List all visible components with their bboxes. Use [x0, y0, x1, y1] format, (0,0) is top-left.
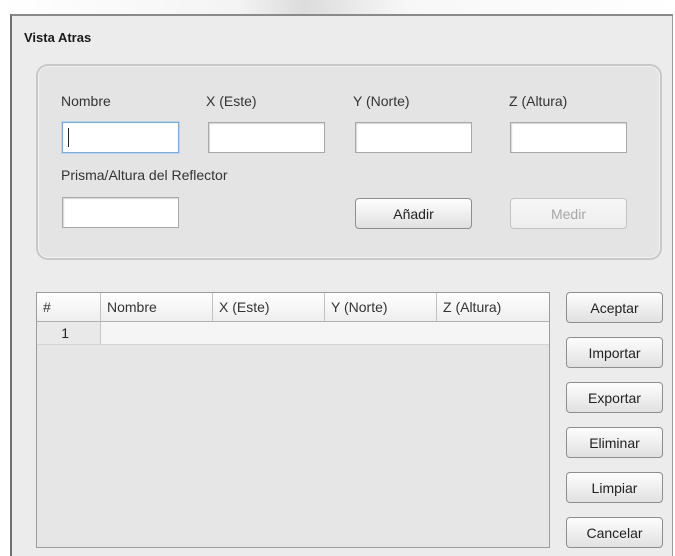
- x-este-label: X (Este): [206, 93, 257, 109]
- y-norte-input[interactable]: [355, 122, 472, 153]
- row-y-cell[interactable]: [325, 322, 437, 344]
- row-nombre-cell[interactable]: [101, 322, 213, 344]
- medir-button[interactable]: Medir: [510, 198, 627, 229]
- z-altura-label: Z (Altura): [509, 93, 568, 109]
- column-header-nombre[interactable]: Nombre: [101, 293, 213, 321]
- column-header-y-norte[interactable]: Y (Norte): [325, 293, 437, 321]
- column-header-z-altura[interactable]: Z (Altura): [437, 293, 549, 321]
- window-top-edge: [0, 0, 675, 14]
- table-header: # Nombre X (Este) Y (Norte) Z (Altura): [37, 293, 549, 322]
- eliminar-button[interactable]: Eliminar: [566, 427, 663, 458]
- prisma-altura-label: Prisma/Altura del Reflector: [61, 167, 228, 183]
- exportar-button[interactable]: Exportar: [566, 382, 663, 413]
- z-altura-input[interactable]: [510, 122, 627, 153]
- anadir-button[interactable]: Añadir: [355, 198, 472, 229]
- nombre-input[interactable]: [62, 122, 179, 153]
- importar-button[interactable]: Importar: [566, 337, 663, 368]
- row-z-cell[interactable]: [437, 322, 549, 344]
- point-entry-panel: [36, 64, 662, 260]
- aceptar-button[interactable]: Aceptar: [566, 292, 663, 323]
- points-table: # Nombre X (Este) Y (Norte) Z (Altura) 1: [36, 292, 550, 548]
- nombre-label: Nombre: [61, 93, 111, 109]
- dialog-title: Vista Atras: [24, 30, 92, 45]
- table-row[interactable]: 1: [37, 322, 549, 345]
- x-este-input[interactable]: [208, 122, 325, 153]
- column-header-number[interactable]: #: [37, 293, 101, 321]
- text-cursor: [68, 128, 69, 147]
- column-header-x-este[interactable]: X (Este): [213, 293, 325, 321]
- y-norte-label: Y (Norte): [353, 93, 410, 109]
- prisma-altura-input[interactable]: [62, 197, 179, 228]
- limpiar-button[interactable]: Limpiar: [566, 472, 663, 503]
- row-x-cell[interactable]: [213, 322, 325, 344]
- row-number-cell: 1: [37, 322, 101, 344]
- cancelar-button[interactable]: Cancelar: [566, 517, 663, 548]
